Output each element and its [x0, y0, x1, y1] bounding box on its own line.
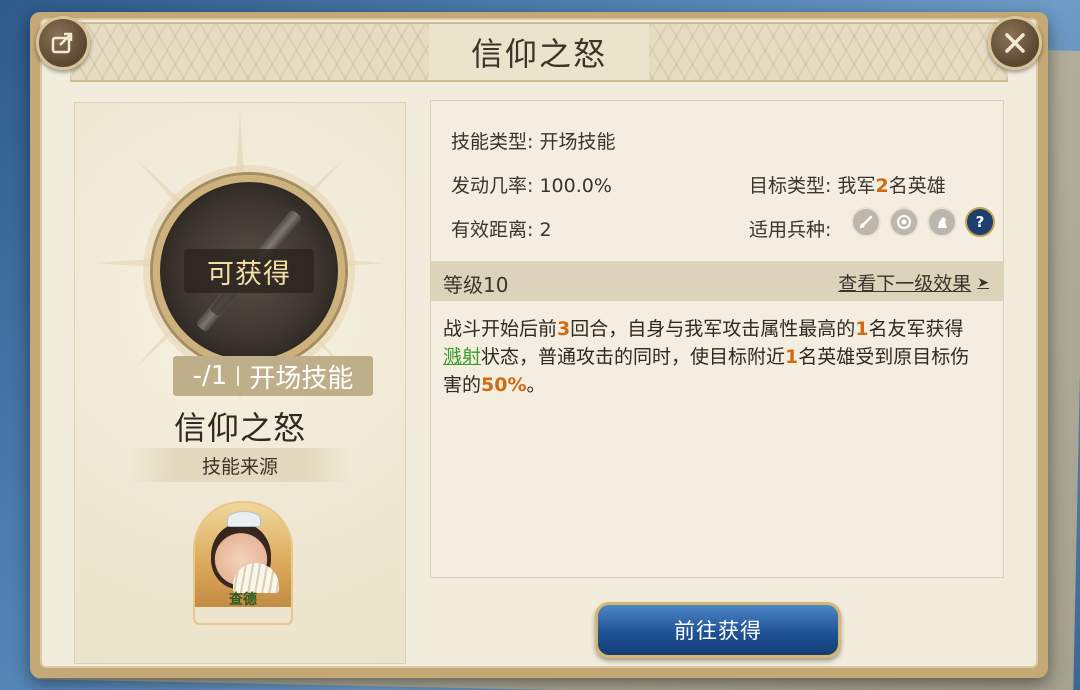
skill-detail-panel: 技能类型: 开场技能 发动几率: 100.0% 有效距离: 2 目标类型: 我军… [430, 100, 1004, 578]
tiara-icon [227, 511, 261, 527]
next-level-link[interactable]: 查看下一级效果 ➤ [838, 269, 989, 296]
dialog-title: 信仰之怒 [470, 35, 607, 73]
share-button[interactable] [36, 16, 90, 70]
desc-text: 回合，自身与我军攻击属性最高的 [570, 318, 856, 340]
target-type-pre: 我军 [837, 175, 876, 197]
trigger-rate-row: 发动几率: 100.0% [451, 171, 612, 198]
skill-type-label: 技能类型: [451, 131, 534, 153]
hero-name: 查德 [229, 592, 257, 608]
desc-text: 战斗开始后前 [443, 318, 558, 340]
target-count: 2 [875, 175, 889, 197]
target-type-label: 目标类型: [749, 175, 832, 197]
skill-source-label: 技能来源 [130, 448, 350, 482]
skill-level-text: -/1 [192, 361, 228, 391]
keyword-link[interactable]: 溅射 [443, 346, 481, 368]
target-type-post: 名英雄 [888, 175, 946, 197]
desc-number: 50% [481, 374, 527, 396]
skill-description: 战斗开始后前3回合，自身与我军攻击属性最高的1名友军获得溅射状态，普通攻击的同时… [443, 315, 981, 399]
desc-text: 状态，普通攻击的同时，使目标附近 [481, 346, 786, 368]
skill-type-row: 技能类型: 开场技能 [451, 127, 615, 154]
target-type-row: 目标类型: 我军2名英雄 [749, 171, 946, 198]
hero-portrait[interactable]: 查德 [193, 501, 293, 625]
skill-level-tag: -/1 开场技能 [173, 356, 373, 396]
skill-type-value: 开场技能 [539, 131, 616, 153]
availability-text: 可获得 [207, 258, 291, 290]
title-bar: 信仰之怒 [70, 22, 1008, 82]
desc-number: 1 [785, 346, 799, 368]
close-button[interactable] [988, 16, 1042, 70]
desc-text: 。 [526, 374, 546, 396]
next-level-label: 查看下一级效果 [838, 273, 972, 295]
range-row: 有效距离: 2 [451, 215, 552, 242]
trigger-rate-value: 100.0% [539, 175, 612, 197]
troop-type-label: 适用兵种: [749, 219, 832, 241]
skill-level-title: 等级10 [443, 273, 509, 297]
troop-icons: ? [851, 207, 995, 237]
title-plate: 信仰之怒 [429, 24, 649, 80]
hero-card-base [195, 607, 291, 623]
skill-summary-panel: 可获得 -/1 开场技能 信仰之怒 技能来源 查德 [74, 102, 406, 664]
share-icon [51, 32, 73, 54]
range-label: 有效距离: [451, 219, 534, 241]
level-bar: 等级10 查看下一级效果 ➤ [431, 261, 1003, 301]
close-icon [1005, 33, 1025, 53]
desc-number: 3 [557, 318, 571, 340]
desc-text: 名友军获得 [868, 318, 964, 340]
go-obtain-button[interactable]: 前往获得 [595, 602, 841, 658]
availability-badge: 可获得 [184, 249, 314, 293]
troop-type-row: 适用兵种: [749, 215, 831, 242]
sword-icon[interactable] [851, 207, 881, 237]
skill-dialog: 信仰之怒 可获得 -/1 开场技能 信仰之怒 技能来源 查德 技能类型: 开场技… [30, 12, 1048, 678]
skill-type-short: 开场技能 [249, 363, 354, 394]
horse-icon[interactable] [927, 207, 957, 237]
trigger-rate-label: 发动几率: [451, 175, 534, 197]
range-value: 2 [539, 219, 552, 241]
divider [237, 366, 240, 386]
question-icon[interactable]: ? [965, 207, 995, 237]
arrow-right-icon: ➤ [977, 274, 989, 291]
desc-number: 1 [855, 318, 869, 340]
skill-name: 信仰之怒 [173, 409, 306, 447]
bow-icon[interactable] [889, 207, 919, 237]
skill-icon: 可获得 [153, 175, 345, 367]
